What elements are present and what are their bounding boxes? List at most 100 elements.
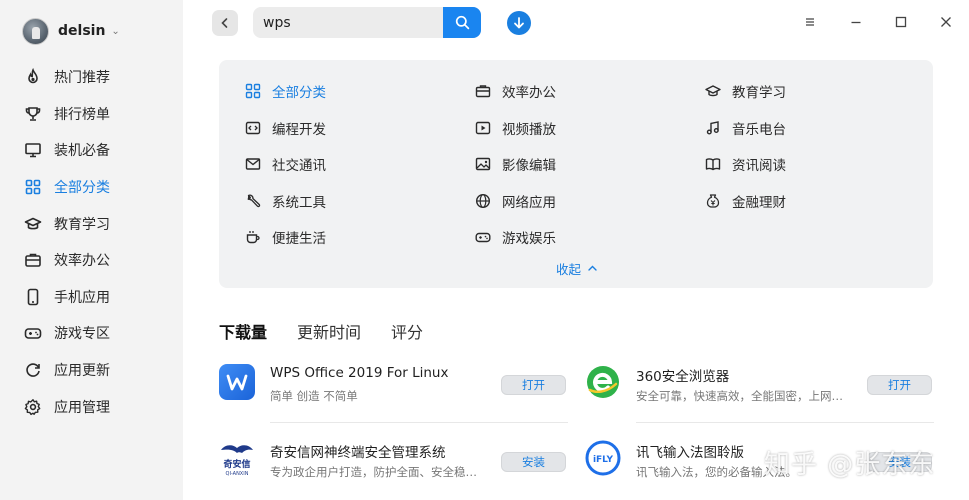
- hamburger-menu-icon: [806, 18, 814, 26]
- chevron-left-icon: [221, 18, 228, 28]
- refresh-icon: [24, 361, 42, 379]
- app-list-item[interactable]: 360安全浏览器 安全可靠，快速高效，全能国密，上网… 打开: [585, 364, 935, 424]
- category-network[interactable]: 网络应用: [475, 191, 556, 211]
- sidebar-item-label: 游戏专区: [54, 326, 110, 343]
- category-label: 系统工具: [272, 195, 326, 211]
- app-list-item[interactable]: 奇安信 QI-ANXIN 奇安信网神终端安全管理系统 专为政企用户打造，防护全面、…: [219, 440, 569, 500]
- wps-logo-icon: [219, 364, 255, 400]
- grid-icon: [245, 83, 261, 99]
- open-button[interactable]: 打开: [867, 375, 932, 395]
- briefcase-icon: [475, 83, 491, 99]
- search-input[interactable]: [253, 7, 443, 38]
- back-button[interactable]: [212, 10, 238, 36]
- category-all[interactable]: 全部分类: [245, 81, 326, 101]
- app-name: 讯飞输入法图聆版: [636, 445, 744, 461]
- sidebar-item-office[interactable]: 效率办公: [0, 242, 183, 279]
- sidebar-item-essentials[interactable]: 装机必备: [0, 132, 183, 169]
- category-social[interactable]: 社交通讯: [245, 154, 326, 174]
- sidebar-item-hot[interactable]: 热门推荐: [0, 59, 183, 96]
- chevron-down-icon[interactable]: ⌄: [111, 26, 119, 37]
- category-games[interactable]: 游戏娱乐: [475, 227, 556, 247]
- app-name: WPS Office 2019 For Linux: [270, 365, 449, 381]
- category-label: 音乐电台: [732, 122, 786, 138]
- maximize-button[interactable]: [891, 12, 911, 32]
- user-menu[interactable]: delsin ⌄: [22, 16, 120, 46]
- close-button[interactable]: [936, 12, 956, 32]
- app-list-item[interactable]: WPS Office 2019 For Linux 简单 创造 不简单 打开: [219, 364, 569, 424]
- sidebar-item-label: 热门推荐: [54, 70, 110, 87]
- code-icon: [245, 120, 261, 136]
- app-name: 360安全浏览器: [636, 369, 730, 385]
- minimize-button[interactable]: [846, 12, 866, 32]
- app-description: 安全可靠，快速高效，全能国密，上网…: [636, 389, 843, 403]
- trophy-icon: [24, 105, 42, 123]
- sidebar-item-label: 手机应用: [54, 289, 110, 306]
- category-label: 社交通讯: [272, 158, 326, 174]
- sidebar-item-label: 教育学习: [54, 216, 110, 233]
- sort-tabs: 下载量 更新时间 评分: [219, 319, 453, 343]
- category-image[interactable]: 影像编辑: [475, 154, 556, 174]
- collapse-label: 收起: [556, 262, 582, 277]
- money-bag-icon: [705, 193, 721, 209]
- category-label: 效率办公: [502, 85, 556, 101]
- book-icon: [705, 156, 721, 172]
- sidebar-item-updates[interactable]: 应用更新: [0, 352, 183, 389]
- category-label: 视频播放: [502, 122, 556, 138]
- category-programming[interactable]: 编程开发: [245, 118, 326, 138]
- category-education[interactable]: 教育学习: [705, 81, 786, 101]
- maximize-icon: [895, 16, 907, 28]
- tab-rating[interactable]: 评分: [391, 319, 423, 343]
- flame-icon: [24, 68, 42, 86]
- watermark: 知乎 @张东东: [764, 450, 936, 480]
- category-label: 便捷生活: [272, 231, 326, 247]
- sidebar-item-manage[interactable]: 应用管理: [0, 388, 183, 425]
- tab-update-time[interactable]: 更新时间: [297, 319, 361, 343]
- gear-icon: [24, 398, 42, 416]
- category-video[interactable]: 视频播放: [475, 118, 556, 138]
- collapse-categories-button[interactable]: 收起: [556, 259, 598, 278]
- 360-browser-logo-icon: [585, 364, 621, 400]
- install-button[interactable]: 安装: [501, 452, 566, 472]
- svg-text:QI-ANXIN: QI-ANXIN: [226, 471, 249, 476]
- music-note-icon: [705, 120, 721, 136]
- category-label: 影像编辑: [502, 158, 556, 174]
- sidebar-item-ranking[interactable]: 排行榜单: [0, 96, 183, 133]
- download-manager-button[interactable]: [507, 11, 531, 35]
- sidebar-item-label: 全部分类: [54, 180, 110, 197]
- ifly-logo-icon: iFLY: [585, 440, 621, 476]
- category-office[interactable]: 效率办公: [475, 81, 556, 101]
- category-label: 编程开发: [272, 122, 326, 138]
- sidebar-item-mobile[interactable]: 手机应用: [0, 279, 183, 316]
- graduation-cap-icon: [24, 215, 42, 233]
- avatar[interactable]: [22, 17, 49, 45]
- sidebar-item-education[interactable]: 教育学习: [0, 205, 183, 242]
- wrench-icon: [245, 193, 261, 209]
- svg-text:奇安信: 奇安信: [223, 458, 250, 470]
- search-button[interactable]: [443, 7, 481, 38]
- gamepad-icon: [475, 229, 491, 245]
- sidebar-item-label: 应用管理: [54, 399, 110, 416]
- category-reading[interactable]: 资讯阅读: [705, 154, 786, 174]
- image-icon: [475, 156, 491, 172]
- sidebar-nav: 热门推荐 排行榜单 装机必备 全部分类 教育学习 效率办公 手机应用 游戏专区 …: [0, 59, 183, 425]
- sidebar-item-label: 应用更新: [54, 363, 110, 380]
- search-bar: [253, 7, 481, 38]
- monitor-icon: [24, 141, 42, 159]
- category-panel: 全部分类 编程开发 社交通讯 系统工具 便捷生活 效率办公 视频播放 影像编辑 …: [219, 60, 933, 288]
- tab-downloads[interactable]: 下载量: [219, 319, 267, 343]
- category-music[interactable]: 音乐电台: [705, 118, 786, 138]
- category-label: 网络应用: [502, 195, 556, 211]
- sidebar-item-all-categories[interactable]: 全部分类: [0, 169, 183, 206]
- app-description: 专为政企用户打造，防护全面、安全稳…: [270, 465, 477, 479]
- category-system-tools[interactable]: 系统工具: [245, 191, 326, 211]
- username: delsin: [58, 23, 106, 39]
- open-button[interactable]: 打开: [501, 375, 566, 395]
- category-finance[interactable]: 金融理财: [705, 191, 786, 211]
- mail-icon: [245, 156, 261, 172]
- category-label: 资讯阅读: [732, 158, 786, 174]
- category-life[interactable]: 便捷生活: [245, 227, 326, 247]
- menu-button[interactable]: [800, 12, 820, 32]
- sidebar-item-label: 效率办公: [54, 253, 110, 270]
- sidebar: delsin ⌄ 热门推荐 排行榜单 装机必备 全部分类 教育学习 效率办公 手…: [0, 0, 183, 500]
- sidebar-item-games[interactable]: 游戏专区: [0, 315, 183, 352]
